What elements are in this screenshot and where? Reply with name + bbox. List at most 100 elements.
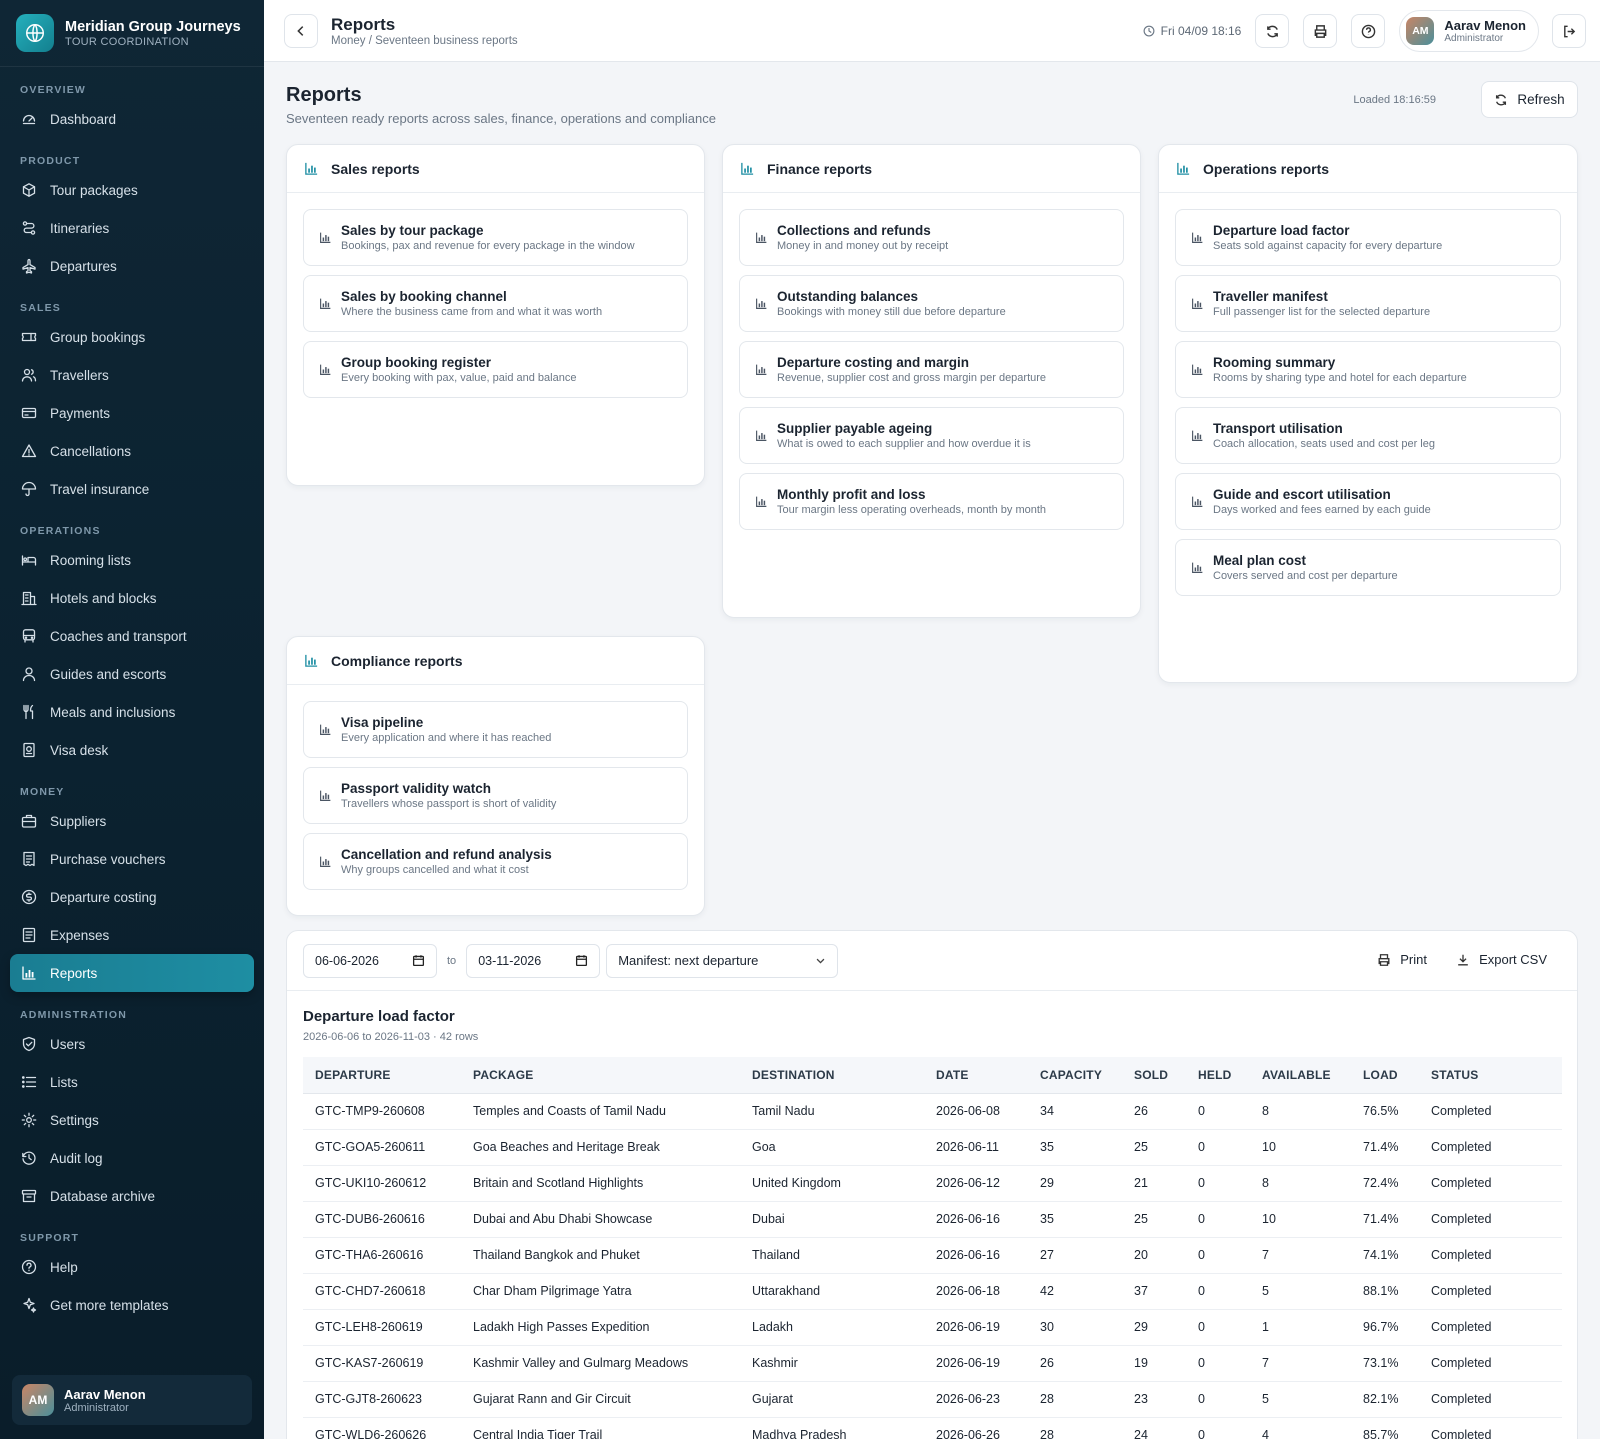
report-item-rooming-summary[interactable]: Rooming summary Rooms by sharing type an…: [1175, 341, 1561, 398]
sidebar-item-hotels-and-blocks[interactable]: Hotels and blocks: [10, 579, 254, 617]
table-row[interactable]: GTC-WLD6-260626 Central India Tiger Trail…: [303, 1417, 1562, 1439]
table-row[interactable]: GTC-UKI10-260612 Britain and Scotland Hig…: [303, 1165, 1562, 1202]
report-item-guide-and-escort-utilisation[interactable]: Guide and escort utilisation Days worked…: [1175, 473, 1561, 530]
table-row[interactable]: GTC-KAS7-260619 Kashmir Valley and Gulmar…: [303, 1345, 1562, 1382]
report-item-monthly-profit-and-loss[interactable]: Monthly profit and loss Tour margin less…: [739, 473, 1124, 530]
sidebar-item-rooming-lists[interactable]: Rooming lists: [10, 541, 254, 579]
report-item-transport-utilisation[interactable]: Transport utilisation Coach allocation, …: [1175, 407, 1561, 464]
table-cell: 42: [1028, 1273, 1122, 1310]
manifest-select[interactable]: Manifest: next departure: [606, 943, 839, 978]
table-row[interactable]: GTC-THA6-260616 Thailand Bangkok and Phuk…: [303, 1237, 1562, 1274]
brand[interactable]: Meridian Group Journeys TOUR COORDINATIO…: [0, 0, 264, 67]
report-item-visa-pipeline[interactable]: Visa pipeline Every application and wher…: [303, 701, 688, 758]
report-item-departure-costing-and-margin[interactable]: Departure costing and margin Revenue, su…: [739, 341, 1124, 398]
report-list: Departure load factor Seats sold against…: [1159, 193, 1577, 596]
report-item-title: Monthly profit and loss: [777, 487, 926, 502]
sidebar-item-departures[interactable]: Departures: [10, 247, 254, 285]
report-output-panel: 06-06-2026 to 03-11-2026 Manifest: next …: [286, 930, 1578, 1439]
sidebar-item-help[interactable]: Help: [10, 1248, 254, 1286]
sidebar-item-cancellations[interactable]: Cancellations: [10, 432, 254, 470]
report-item-title: Guide and escort utilisation: [1213, 487, 1391, 502]
sidebar-item-lists[interactable]: Lists: [10, 1063, 254, 1101]
table-cell: Gujarat: [740, 1381, 924, 1418]
back-button[interactable]: [284, 13, 318, 48]
column-header[interactable]: CAPACITY: [1028, 1057, 1122, 1094]
utensils-icon: [23, 704, 34, 720]
report-item-sales-by-booking-channel[interactable]: Sales by booking channel Where the busin…: [303, 275, 688, 332]
date-to-value: 03-11-2026: [478, 953, 542, 968]
calendar-icon[interactable]: [412, 954, 425, 967]
sidebar-item-departure-costing[interactable]: Departure costing: [10, 878, 254, 916]
sidebar-item-visa-desk[interactable]: Visa desk: [10, 731, 254, 769]
report-item-group-booking-register[interactable]: Group booking register Every booking wit…: [303, 341, 688, 398]
column-header[interactable]: LOAD: [1351, 1057, 1419, 1094]
column-header[interactable]: SOLD: [1122, 1057, 1186, 1094]
column-header[interactable]: STATUS: [1419, 1057, 1562, 1094]
brand-subtitle: TOUR COORDINATION: [65, 35, 189, 48]
column-header[interactable]: HELD: [1186, 1057, 1250, 1094]
column-header[interactable]: PACKAGE: [461, 1057, 740, 1094]
print-top-button[interactable]: [1303, 14, 1338, 48]
report-item-meal-plan-cost[interactable]: Meal plan cost Covers served and cost pe…: [1175, 539, 1561, 596]
report-item-sales-by-tour-package[interactable]: Sales by tour package Bookings, pax and …: [303, 209, 688, 266]
printer-icon: [1314, 24, 1327, 38]
help-button[interactable]: [1351, 14, 1386, 48]
table-row[interactable]: GTC-DUB6-260616 Dubai and Abu Dhabi Showc…: [303, 1201, 1562, 1238]
report-item-description: Why groups cancelled and what it cost: [341, 864, 529, 876]
report-item-passport-validity-watch[interactable]: Passport validity watch Travellers whose…: [303, 767, 688, 824]
date-to-input[interactable]: 03-11-2026: [466, 943, 601, 978]
sidebar-item-meals-and-inclusions[interactable]: Meals and inclusions: [10, 693, 254, 731]
table-cell: 76.5%: [1351, 1093, 1419, 1130]
print-button[interactable]: Print: [1377, 952, 1427, 967]
sidebar-item-suppliers[interactable]: Suppliers: [10, 802, 254, 840]
user-menu[interactable]: AM Aarav Menon Administrator: [1399, 10, 1539, 52]
table-row[interactable]: GTC-GOA5-260611 Goa Beaches and Heritage …: [303, 1129, 1562, 1166]
report-item-title: Cancellation and refund analysis: [341, 847, 552, 862]
table-row[interactable]: GTC-CHD7-260618 Char Dham Pilgrimage Yatr…: [303, 1273, 1562, 1310]
report-item-departure-load-factor[interactable]: Departure load factor Seats sold against…: [1175, 209, 1561, 266]
table-cell: GTC-GJT8-260623: [303, 1381, 461, 1418]
column-header[interactable]: DEPARTURE: [303, 1057, 461, 1094]
report-item-traveller-manifest[interactable]: Traveller manifest Full passenger list f…: [1175, 275, 1561, 332]
sidebar-user[interactable]: AM Aarav Menon Administrator: [12, 1375, 252, 1425]
export-csv-button[interactable]: Export CSV: [1456, 952, 1547, 967]
sidebar-item-payments[interactable]: Payments: [10, 394, 254, 432]
sidebar-item-label: Tour packages: [50, 182, 138, 198]
sidebar-item-dashboard[interactable]: Dashboard: [10, 100, 254, 138]
refresh-button[interactable]: Refresh: [1481, 81, 1578, 118]
logout-button[interactable]: [1552, 14, 1586, 48]
sidebar-item-get-more-templates[interactable]: Get more templates: [10, 1286, 254, 1324]
date-from-input[interactable]: 06-06-2026: [303, 943, 437, 978]
table-row[interactable]: GTC-LEH8-260619 Ladakh High Passes Expedi…: [303, 1309, 1562, 1346]
sidebar-item-database-archive[interactable]: Database archive: [10, 1177, 254, 1215]
table-cell: 2026-06-19: [924, 1309, 1028, 1346]
sidebar-item-settings[interactable]: Settings: [10, 1101, 254, 1139]
sidebar-item-expenses[interactable]: Expenses: [10, 916, 254, 954]
table-cell: Completed: [1419, 1417, 1562, 1439]
globe-icon: [16, 14, 54, 52]
report-item-collections-and-refunds[interactable]: Collections and refunds Money in and mon…: [739, 209, 1124, 266]
sidebar-item-users[interactable]: Users: [10, 1025, 254, 1063]
sidebar-item-reports[interactable]: Reports: [10, 954, 254, 992]
sidebar-item-purchase-vouchers[interactable]: Purchase vouchers: [10, 840, 254, 878]
sidebar-item-coaches-and-transport[interactable]: Coaches and transport: [10, 617, 254, 655]
sidebar-item-itineraries[interactable]: Itineraries: [10, 209, 254, 247]
report-item-outstanding-balances[interactable]: Outstanding balances Bookings with money…: [739, 275, 1124, 332]
column-header[interactable]: AVAILABLE: [1250, 1057, 1351, 1094]
chevron-down-icon: [816, 958, 825, 964]
sidebar-item-travellers[interactable]: Travellers: [10, 356, 254, 394]
table-row[interactable]: GTC-TMP9-260608 Temples and Coasts of Tam…: [303, 1093, 1562, 1130]
sidebar-item-travel-insurance[interactable]: Travel insurance: [10, 470, 254, 508]
calendar-icon[interactable]: [575, 954, 588, 967]
sidebar-item-audit-log[interactable]: Audit log: [10, 1139, 254, 1177]
report-item-cancellation-and-refund-analysis[interactable]: Cancellation and refund analysis Why gro…: [303, 833, 688, 890]
sidebar-item-guides-and-escorts[interactable]: Guides and escorts: [10, 655, 254, 693]
table-row[interactable]: GTC-GJT8-260623 Gujarat Rann and Gir Circ…: [303, 1381, 1562, 1418]
sync-button[interactable]: [1255, 14, 1290, 48]
column-header[interactable]: DESTINATION: [740, 1057, 924, 1094]
report-item-supplier-payable-ageing[interactable]: Supplier payable ageing What is owed to …: [739, 407, 1124, 464]
sidebar-item-tour-packages[interactable]: Tour packages: [10, 171, 254, 209]
sidebar-item-group-bookings[interactable]: Group bookings: [10, 318, 254, 356]
column-header[interactable]: DATE: [924, 1057, 1028, 1094]
page-subtitle: Seventeen ready reports across sales, fi…: [286, 111, 716, 126]
